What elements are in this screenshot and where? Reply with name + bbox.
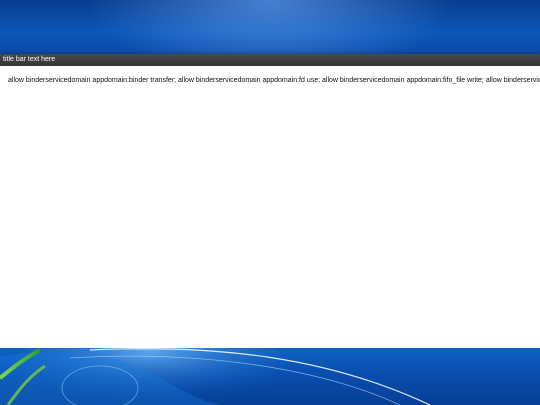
desktop-wallpaper: title bar text here allow binderserviced…	[0, 0, 540, 405]
title-bar[interactable]: title bar text here	[0, 54, 540, 66]
app-window[interactable]: title bar text here allow binderserviced…	[0, 54, 540, 350]
window-content: allow binderservicedomain appdomain:bind…	[0, 66, 540, 350]
wallpaper-swoosh-graphic	[0, 348, 431, 405]
content-text: allow binderservicedomain appdomain:bind…	[8, 77, 540, 84]
wallpaper-swoosh	[0, 348, 540, 405]
window-title: title bar text here	[3, 56, 56, 63]
